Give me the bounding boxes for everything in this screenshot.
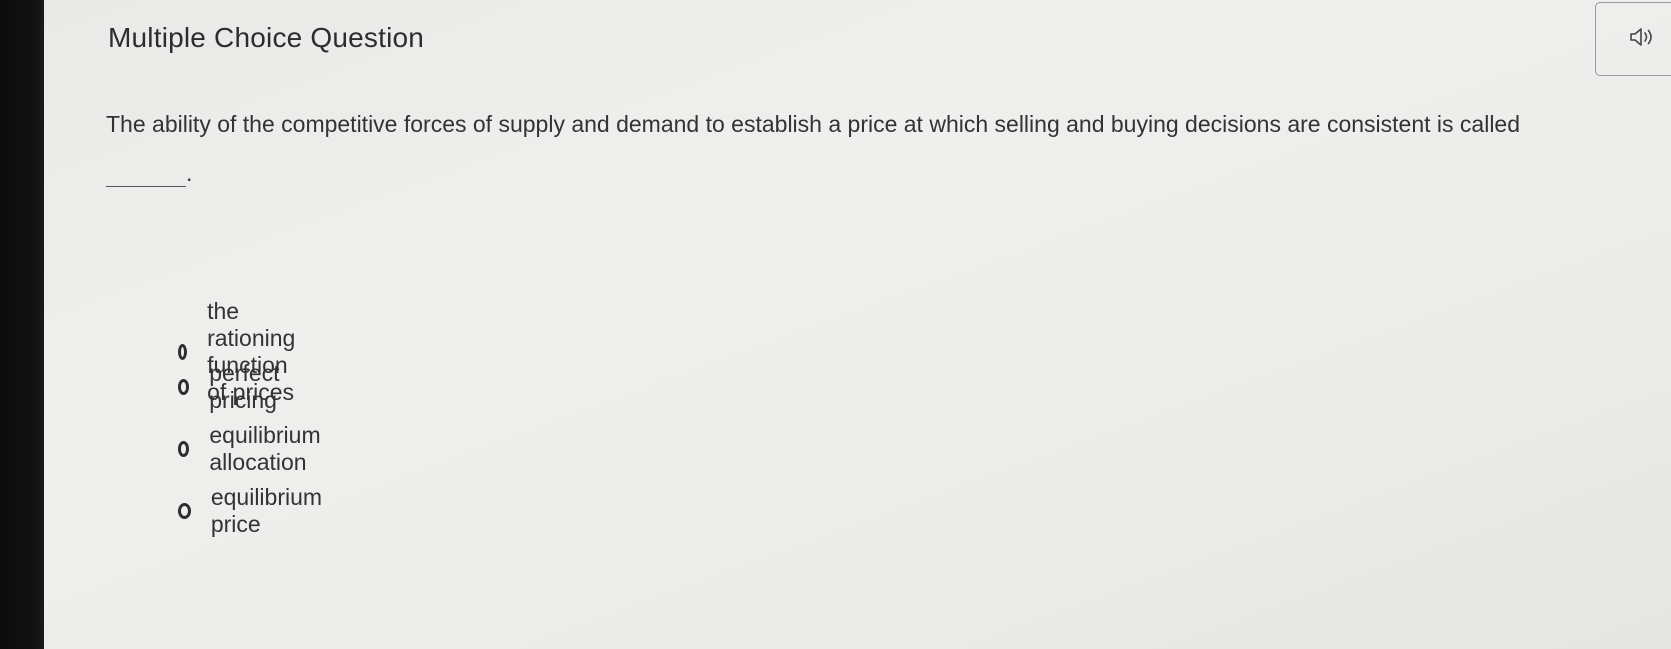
option-label: equilibrium price <box>210 484 323 537</box>
radio-button[interactable] <box>178 503 191 519</box>
read-aloud-button[interactable] <box>1595 2 1671 76</box>
question-panel: Multiple Choice Question The ability of … <box>44 0 1671 649</box>
option-equilibrium-price[interactable]: equilibrium price <box>178 484 325 538</box>
device-bezel <box>0 0 44 649</box>
option-equilibrium-allocation[interactable]: equilibrium allocation <box>178 422 325 476</box>
question-text: The ability of the competitive forces of… <box>106 111 1521 137</box>
blank-period: . <box>186 160 193 186</box>
radio-button[interactable] <box>178 441 190 457</box>
answer-blank: . <box>106 160 192 187</box>
radio-button[interactable] <box>178 344 188 360</box>
speaker-icon <box>1629 26 1657 53</box>
radio-button[interactable] <box>178 379 190 395</box>
option-perfect-pricing[interactable]: perfect pricing <box>178 360 284 414</box>
option-label: perfect pricing <box>209 360 280 413</box>
blank-line <box>106 172 186 187</box>
page-title: Multiple Choice Question <box>108 22 425 53</box>
option-label: equilibrium allocation <box>209 422 321 475</box>
